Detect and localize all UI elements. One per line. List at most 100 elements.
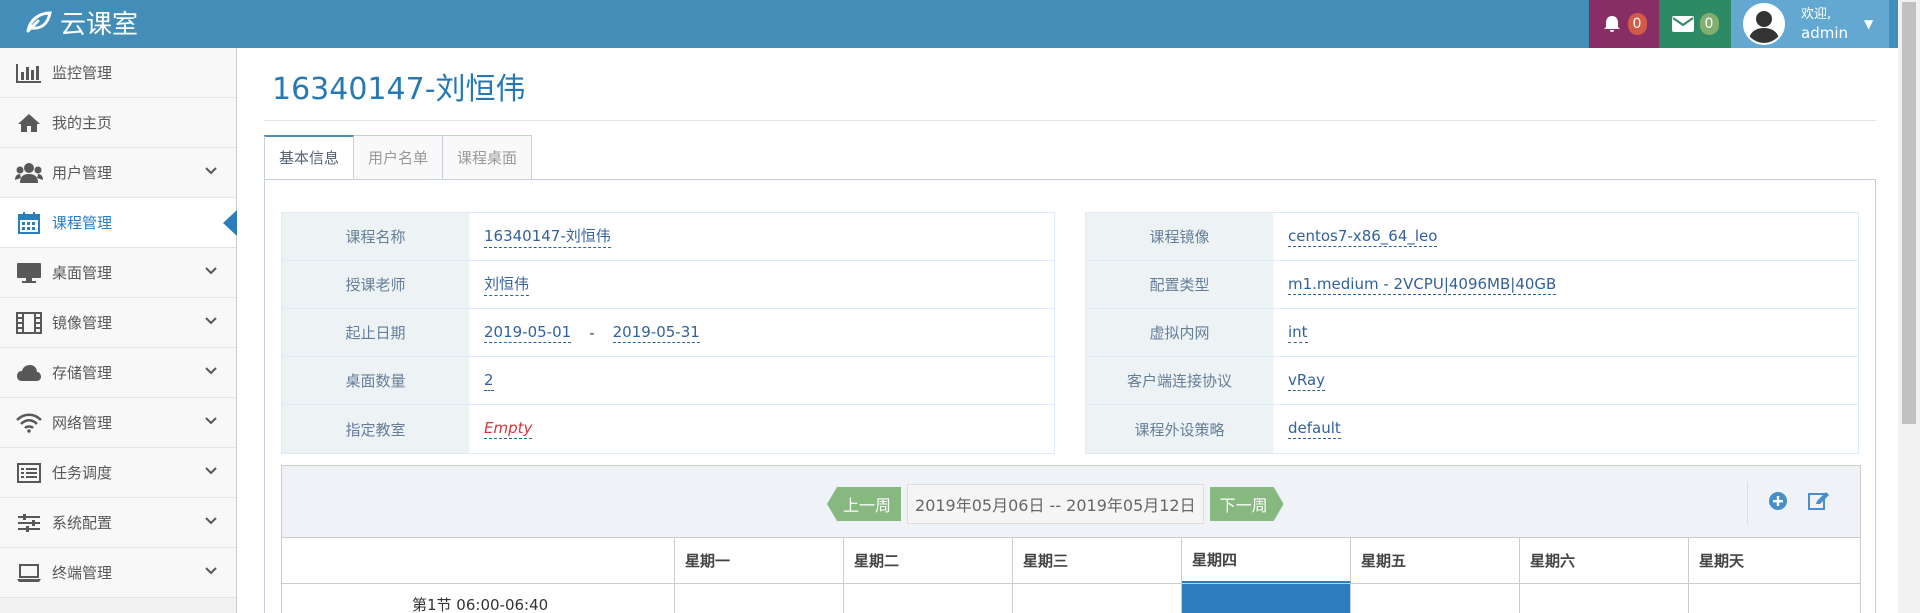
calendar-cell[interactable] xyxy=(1351,584,1520,613)
start-date-value[interactable]: 2019-05-01 xyxy=(484,323,572,343)
sidebar-item-courses[interactable]: 课程管理 xyxy=(0,198,237,248)
calendar-header-row: 星期一 星期二 星期三 星期四 星期五 星期六 星期天 xyxy=(282,538,1860,584)
brand-name: 云课室 xyxy=(60,9,139,40)
protocol-value[interactable]: vRay xyxy=(1288,371,1326,391)
cloud-icon xyxy=(14,364,44,382)
info-label: 指定教室 xyxy=(282,405,470,453)
info-label: 起止日期 xyxy=(282,309,470,356)
sidebar: 监控管理 我的主页 用户管理 课程管理 桌面管理 镜像管理 存储管理 网络管理 … xyxy=(0,48,237,613)
brand-logo[interactable]: 云课室 xyxy=(26,2,138,42)
sidebar-item-storage[interactable]: 存储管理 xyxy=(0,348,236,398)
chevron-down-icon xyxy=(204,314,218,332)
sidebar-item-label: 终端管理 xyxy=(52,564,113,582)
calendar-row: 第1节 06:00-06:40 xyxy=(282,584,1860,613)
info-label: 虚拟内网 xyxy=(1086,309,1274,356)
sidebar-item-home[interactable]: 我的主页 xyxy=(0,98,236,148)
info-row: 虚拟内网 int xyxy=(1086,309,1858,357)
course-name-value[interactable]: 16340147-刘恒伟 xyxy=(484,225,611,248)
day-header: 星期五 xyxy=(1351,538,1520,583)
tab-bar: 基本信息 用户名单 课程桌面 xyxy=(264,135,533,179)
main-content: 16340147-刘恒伟 基本信息 用户名单 课程桌面 课程名称 1634014… xyxy=(238,48,1898,613)
desktop-count-value[interactable]: 2 xyxy=(484,371,494,391)
sidebar-item-label: 系统配置 xyxy=(52,514,113,532)
bar-chart-icon xyxy=(14,63,44,83)
desktop-icon xyxy=(14,262,44,284)
tab-pane-basic-info: 课程名称 16340147-刘恒伟 授课老师 刘恒伟 起止日期 2019-05-… xyxy=(264,179,1876,613)
sidebar-item-images[interactable]: 镜像管理 xyxy=(0,298,236,348)
calendar-cell[interactable] xyxy=(1013,584,1182,613)
sidebar-item-desktops[interactable]: 桌面管理 xyxy=(0,248,236,298)
edit-icon[interactable] xyxy=(1808,491,1830,515)
info-row: 课程镜像 centos7-x86_64_leo xyxy=(1086,213,1858,261)
info-label: 授课老师 xyxy=(282,261,470,308)
end-date-value[interactable]: 2019-05-31 xyxy=(612,323,700,343)
sidebar-item-users[interactable]: 用户管理 xyxy=(0,148,236,198)
leaf-icon xyxy=(26,11,52,33)
sidebar-item-label: 桌面管理 xyxy=(52,264,113,282)
title-divider xyxy=(264,120,1876,121)
sidebar-item-tasks[interactable]: 任务调度 xyxy=(0,448,236,498)
prev-week-button[interactable]: 上一周 xyxy=(827,487,902,521)
time-slot-label: 第1节 06:00-06:40 xyxy=(282,584,675,613)
film-icon xyxy=(14,311,44,334)
course-image-value[interactable]: centos7-x86_64_leo xyxy=(1288,227,1438,247)
notifications-badge: 0 xyxy=(1627,13,1647,35)
top-navbar: 云课室 0 0 欢迎, admin ▼ xyxy=(0,0,1920,48)
day-header: 星期六 xyxy=(1520,538,1689,583)
slot-column-header xyxy=(282,538,675,583)
tab-basic-info[interactable]: 基本信息 xyxy=(264,135,355,179)
user-name: admin xyxy=(1801,24,1848,42)
info-row: 配置类型 m1.medium - 2VCPU|4096MB|40GB xyxy=(1086,261,1858,309)
info-row: 授课老师 刘恒伟 xyxy=(282,261,1054,309)
info-row: 客户端连接协议 vRay xyxy=(1086,357,1858,405)
info-row: 课程外设策略 default xyxy=(1086,405,1858,453)
day-header: 星期二 xyxy=(844,538,1013,583)
calendar-icon xyxy=(14,211,44,235)
course-calendar: 上一周 2019年05月06日 -- 2019年05月12日 下一周 星期一 星… xyxy=(281,465,1861,613)
sidebar-item-config[interactable]: 系统配置 xyxy=(0,498,236,548)
sidebar-item-label: 监控管理 xyxy=(52,64,113,82)
chevron-down-icon xyxy=(204,514,218,532)
next-week-button[interactable]: 下一周 xyxy=(1210,487,1284,521)
wifi-icon xyxy=(14,413,44,433)
notifications-button[interactable]: 0 xyxy=(1589,0,1659,48)
info-label: 客户端连接协议 xyxy=(1086,357,1274,404)
chevron-down-icon xyxy=(204,264,218,282)
user-menu[interactable]: 欢迎, admin ▼ xyxy=(1731,0,1889,48)
network-value[interactable]: int xyxy=(1288,323,1308,343)
sidebar-item-network[interactable]: 网络管理 xyxy=(0,398,236,448)
sidebar-item-label: 我的主页 xyxy=(52,114,113,132)
info-label: 课程镜像 xyxy=(1086,213,1274,260)
tab-course-desktops[interactable]: 课程桌面 xyxy=(442,135,533,179)
user-silhouette-icon xyxy=(1748,11,1780,43)
sidebar-item-terminals[interactable]: 终端管理 xyxy=(0,548,236,598)
info-row: 起止日期 2019-05-01 - 2019-05-31 xyxy=(282,309,1054,357)
page-title: 16340147-刘恒伟 xyxy=(272,72,526,107)
add-circle-icon[interactable] xyxy=(1768,491,1788,515)
scheduled-session-cell[interactable] xyxy=(1182,584,1351,613)
sidebar-item-label: 网络管理 xyxy=(52,414,113,432)
date-separator: - xyxy=(589,323,595,342)
user-greeting: 欢迎, xyxy=(1801,7,1832,22)
tab-user-list[interactable]: 用户名单 xyxy=(353,135,444,179)
calendar-cell[interactable] xyxy=(675,584,844,613)
caret-down-icon: ▼ xyxy=(1864,17,1874,31)
flavor-value[interactable]: m1.medium - 2VCPU|4096MB|40GB xyxy=(1288,275,1557,295)
chevron-down-icon xyxy=(204,414,218,432)
peripheral-policy-value[interactable]: default xyxy=(1288,419,1341,439)
sidebar-item-label: 课程管理 xyxy=(52,214,113,232)
week-range: 2019年05月06日 -- 2019年05月12日 xyxy=(907,484,1204,524)
info-table-left: 课程名称 16340147-刘恒伟 授课老师 刘恒伟 起止日期 2019-05-… xyxy=(281,212,1055,454)
classroom-value[interactable]: Empty xyxy=(484,419,533,439)
chevron-down-icon xyxy=(204,364,218,382)
scrollbar-thumb[interactable] xyxy=(1902,2,1916,424)
calendar-cell[interactable] xyxy=(1520,584,1689,613)
day-header: 星期三 xyxy=(1013,538,1182,583)
messages-button[interactable]: 0 xyxy=(1659,0,1731,48)
sidebar-item-monitor[interactable]: 监控管理 xyxy=(0,48,236,98)
chevron-down-icon xyxy=(204,564,218,582)
sidebar-item-label: 存储管理 xyxy=(52,364,113,382)
teacher-value[interactable]: 刘恒伟 xyxy=(484,273,530,296)
chevron-down-icon xyxy=(204,464,218,482)
calendar-cell[interactable] xyxy=(844,584,1013,613)
